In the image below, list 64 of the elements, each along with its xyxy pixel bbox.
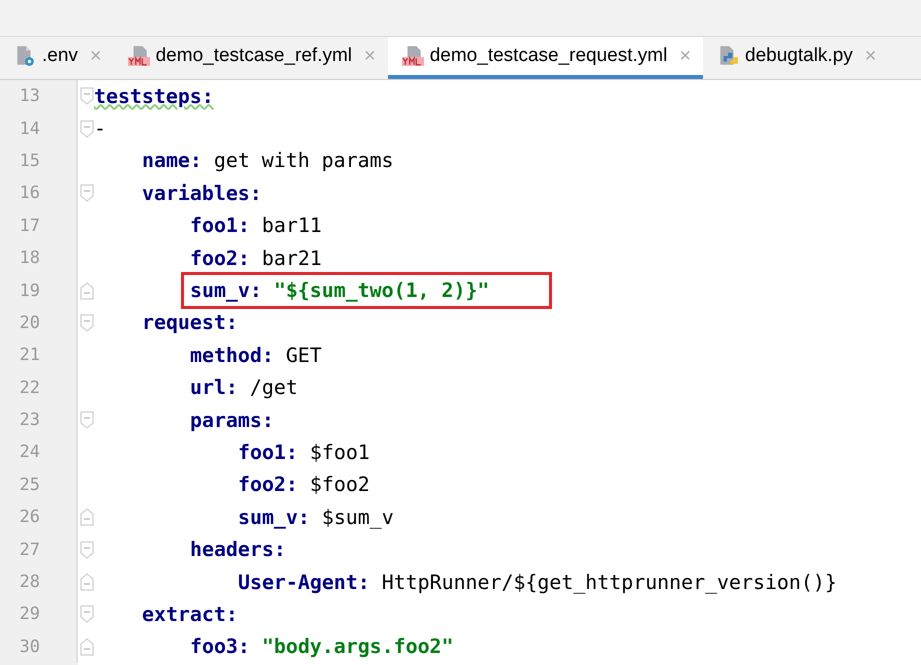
yaml-key: method: <box>190 344 274 367</box>
yaml-value: /get <box>250 376 298 400</box>
line-number: 23 <box>18 410 40 430</box>
fold-icon[interactable] <box>80 540 94 559</box>
line-number: 28 <box>18 572 40 592</box>
yaml-string: "${sum_two(1, 2)}" <box>274 279 490 302</box>
line-number: 26 <box>18 507 40 528</box>
line-number: 14 <box>18 118 40 139</box>
line-number: 30 <box>18 636 40 657</box>
line-number: 24 <box>18 442 40 462</box>
yaml-key: params: <box>190 408 274 432</box>
line-number: 16 <box>18 183 40 204</box>
fold-icon[interactable] <box>80 605 94 624</box>
fold-icon[interactable] <box>80 282 94 300</box>
yaml-key: foo2: <box>190 246 250 270</box>
line-number: 29 <box>18 604 40 624</box>
line-number: 20 <box>18 312 40 333</box>
yaml-value: $foo2 <box>310 473 370 496</box>
yaml-key: sum_v: <box>238 506 310 529</box>
fold-icon[interactable] <box>80 638 94 656</box>
line-number: 21 <box>18 345 40 366</box>
line-number: 27 <box>18 540 40 560</box>
yaml-key: variables: <box>142 182 262 205</box>
yaml-value: $foo1 <box>310 440 370 464</box>
fold-icon[interactable] <box>80 573 94 592</box>
line-number: 13 <box>18 86 40 106</box>
fold-icon[interactable] <box>80 184 94 202</box>
editor-tab[interactable]: debugtalk.py × <box>703 37 888 79</box>
yaml-key: foo1: <box>190 214 250 238</box>
yaml-key: request: <box>142 311 238 334</box>
yaml-key: foo3: <box>190 635 250 658</box>
yaml-value: bar21 <box>262 246 322 270</box>
line-number: 15 <box>18 150 40 171</box>
yml-file-icon <box>402 45 424 67</box>
yaml-key: sum_v: <box>190 279 262 302</box>
yaml-value: get with params <box>214 149 394 172</box>
editor-tab[interactable]: .env × <box>0 37 114 79</box>
yaml-key: headers: <box>190 538 286 562</box>
fold-icon[interactable] <box>80 411 94 430</box>
yaml-key: foo1: <box>238 440 298 464</box>
yaml-key: foo2: <box>238 473 298 496</box>
fold-icon[interactable] <box>80 87 94 106</box>
yaml-string: "body.args.foo2" <box>262 635 454 658</box>
yaml-value: - <box>94 117 106 140</box>
line-number: 18 <box>18 248 40 268</box>
line-number: 19 <box>18 280 40 301</box>
yml-file-icon <box>128 45 150 67</box>
yaml-value: $sum_v <box>322 506 394 529</box>
yaml-value: bar11 <box>262 214 322 238</box>
yaml-key: User-Agent: <box>238 570 370 594</box>
yaml-key: url: <box>190 376 238 400</box>
editor-tab[interactable]: demo_testcase_request.yml × <box>388 37 704 79</box>
fold-icon[interactable] <box>80 508 94 526</box>
line-number: 17 <box>18 216 40 236</box>
yaml-value: GET <box>286 344 322 367</box>
yaml-key: extract: <box>142 602 238 626</box>
line-number: 25 <box>18 474 40 495</box>
yaml-value: HttpRunner/${get_httprunner_version()} <box>382 570 837 594</box>
fold-icon[interactable] <box>80 314 94 332</box>
line-number: 22 <box>18 378 40 398</box>
yaml-key: teststeps: <box>94 84 214 108</box>
yaml-key: name: <box>142 149 202 172</box>
fold-icon[interactable] <box>80 120 94 138</box>
editor-tab[interactable]: demo_testcase_ref.yml × <box>114 37 388 79</box>
